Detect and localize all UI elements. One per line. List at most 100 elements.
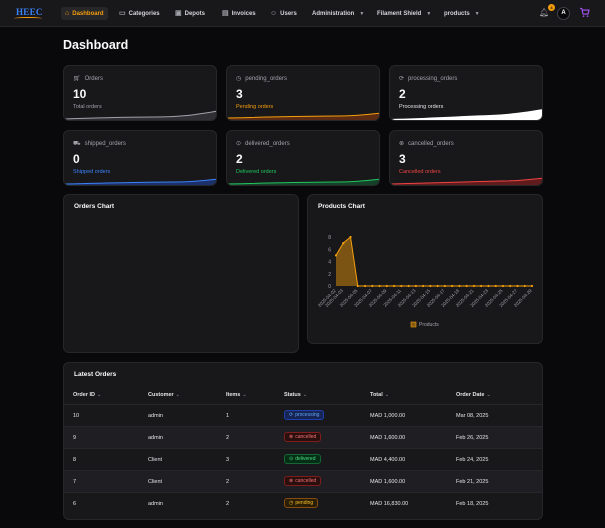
data-point: [363, 284, 367, 288]
status-badge: ⊗ cancelled: [284, 476, 322, 486]
sort-chevron-icon: ⌄: [242, 392, 247, 398]
status-badge: ⟳ processing: [284, 410, 325, 420]
stat-title: pending_orders: [245, 75, 287, 82]
nav-products[interactable]: products ▼: [440, 7, 484, 20]
check-circle-icon: ⊙: [236, 141, 242, 147]
nav-users[interactable]: ☺ Users: [266, 7, 301, 20]
chevron-down-icon: ▼: [474, 10, 480, 17]
sort-chevron-icon: ⌄: [175, 392, 180, 398]
stat-card-pending: ◷ pending_orders 3 Pending orders: [226, 65, 380, 121]
nav-invoices[interactable]: ▤ Invoices: [218, 7, 260, 20]
y-tick-label: 2: [328, 272, 331, 278]
data-point: [414, 284, 417, 288]
status-label: pending: [295, 500, 314, 506]
clock-icon: ◷: [289, 500, 294, 506]
data-point: [429, 284, 432, 288]
column-header[interactable]: Items ⌄: [226, 392, 247, 398]
nav-filament-shield[interactable]: Filament Shield ▼: [373, 7, 435, 20]
stat-sparkline: [227, 112, 379, 120]
stat-card-delivered: ⊙ delivered_orders 2 Delivered orders: [226, 130, 380, 186]
table-row[interactable]: 7 Client 2 ⊗ cancelled MAD 1,600.00 Feb 21, 20…: [64, 470, 542, 492]
table-cell-id: 10: [73, 413, 80, 419]
data-point: [509, 284, 512, 288]
table-row[interactable]: 9 admin 2 ⊗ cancelled MAD 1,600.00 Feb 26, 202…: [64, 426, 542, 448]
data-point: [392, 284, 396, 288]
column-header-label: Items: [226, 392, 241, 398]
home-icon: ⌂: [65, 10, 70, 17]
data-point: [349, 235, 352, 239]
table-cell-customer: admin: [148, 501, 163, 507]
nav-administration[interactable]: Administration ▼: [308, 7, 368, 20]
brand-logo[interactable]: HEEC: [14, 6, 44, 21]
table-row[interactable]: 6 admin 2 ◷ pending MAD 16,830.00 Feb 18, 2025: [64, 492, 542, 514]
table-cell-date: Feb 24, 2025: [456, 457, 489, 463]
stat-title: cancelled_orders: [408, 140, 454, 147]
page-title: Dashboard: [63, 38, 129, 52]
latest-orders-card: Latest Orders Order ID ⌄ Customer ⌄ Items ⌄ St…: [63, 362, 543, 520]
table-cell-items: 2: [226, 501, 230, 507]
column-header[interactable]: Order Date ⌄: [456, 392, 491, 398]
legend-swatch: [410, 321, 417, 328]
column-header-label: Order Date: [456, 392, 485, 398]
stat-sparkline: [227, 178, 379, 185]
status-label: cancelled: [295, 434, 317, 440]
sort-chevron-icon: ⌄: [97, 392, 102, 398]
series-area: [336, 237, 532, 286]
sort-chevron-icon: ⌄: [384, 392, 389, 398]
column-header[interactable]: Customer ⌄: [148, 392, 180, 398]
table-cell-id: 9: [73, 435, 77, 441]
avatar[interactable]: A: [557, 7, 570, 20]
data-point: [530, 284, 534, 288]
column-header[interactable]: Order ID ⌄: [73, 392, 101, 398]
nav-filament-shield-label: Filament Shield: [377, 10, 422, 17]
nav-depots-label: Depots: [184, 10, 205, 17]
table-cell-date: Feb 26, 2025: [456, 435, 489, 441]
column-header-label: Status: [284, 392, 301, 398]
status-label: processing: [295, 412, 320, 418]
table-cell-customer: admin: [148, 435, 163, 441]
stat-sparkline: [390, 109, 542, 120]
table-cell-items: 2: [226, 435, 230, 441]
data-point: [422, 284, 425, 288]
table-cell-id: 6: [73, 501, 77, 507]
clock-icon: ◷: [236, 76, 242, 82]
stat-title: Orders: [84, 75, 103, 82]
stat-title: delivered_orders: [245, 140, 290, 147]
column-header[interactable]: Total ⌄: [370, 392, 389, 398]
x-circle-icon: ⊗: [399, 141, 405, 147]
data-point: [472, 284, 476, 288]
table-row[interactable]: 8 Client 3 ⊙ delivered MAD 4,400.00 Feb 24, 20…: [64, 448, 542, 470]
stat-value: 3: [399, 152, 406, 166]
column-header-label: Customer: [148, 392, 174, 398]
check-circle-icon: ⊙: [289, 456, 294, 462]
orders-chart-card: Orders Chart: [63, 194, 299, 353]
stat-card-orders: 🛒︎ Orders 10 Total orders: [63, 65, 217, 121]
nav-dashboard[interactable]: ⌂ Dashboard: [61, 7, 108, 20]
stat-sparkline: [64, 178, 216, 185]
table-row[interactable]: 10 admin 1 ⟳ processing MAD 1,000.00 Mar 08, 2…: [64, 404, 542, 426]
cart-icon[interactable]: [579, 7, 590, 18]
table-cell-date: Mar 08, 2025: [456, 413, 489, 419]
products-chart-svg: 024682025-04-022025-04-032025-04-052025-…: [317, 235, 534, 328]
table-cell-date: Feb 18, 2025: [456, 501, 489, 507]
data-point: [371, 284, 374, 288]
stat-title: shipped_orders: [84, 141, 126, 147]
stat-card-cancelled: ⊗ cancelled_orders 3 Cancelled orders: [389, 130, 543, 186]
nav-invoices-label: Invoices: [231, 10, 256, 17]
status-badge: ⊙ delivered: [284, 454, 321, 464]
table-cell-items: 1: [226, 413, 230, 419]
latest-orders-title: Latest Orders: [74, 371, 117, 378]
table-cell-total: MAD 1,600.00: [370, 479, 406, 485]
data-point: [356, 284, 359, 288]
data-point: [501, 284, 505, 288]
data-point: [516, 284, 519, 288]
data-point: [342, 242, 345, 245]
data-point: [378, 284, 381, 288]
chevron-down-icon: ▼: [359, 10, 365, 17]
table-cell-customer: admin: [148, 413, 163, 419]
table-cell-total: MAD 4,400.00: [370, 457, 406, 463]
building-icon: ▣: [175, 10, 182, 17]
nav-depots[interactable]: ▣ Depots: [171, 7, 209, 20]
nav-categories[interactable]: ▭ Categories: [115, 7, 164, 20]
column-header[interactable]: Status ⌄: [284, 392, 307, 398]
